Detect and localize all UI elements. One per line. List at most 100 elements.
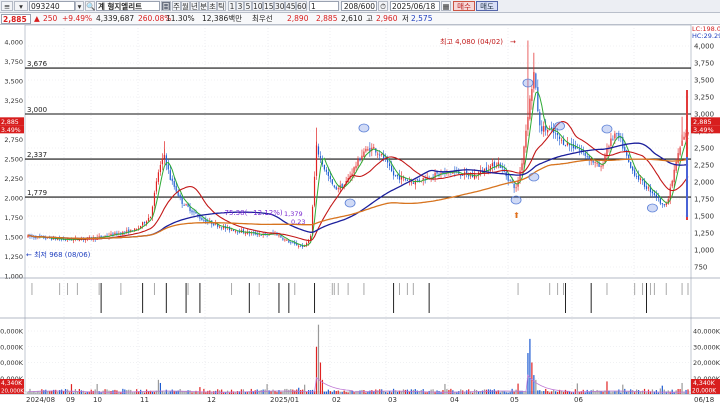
change-rate: +9.49% [62,14,93,23]
volume-bar [228,392,231,394]
candle-body [199,216,201,219]
volume-bar [450,388,452,394]
candle-body [163,154,165,159]
volume-bar [602,392,604,394]
candle-body [337,188,339,190]
bid-price: 2,890 [287,14,309,23]
volume-bar [199,387,201,394]
candle-body [286,239,288,241]
market-select[interactable]: ▾ [14,1,28,11]
volume-tick-label: 30,000K [693,343,720,351]
level-label: 3,000 [27,106,47,114]
volume-bar [460,389,462,394]
candle-body [555,133,557,135]
volume-bar [408,392,410,394]
candle-body [367,149,369,151]
sell-button[interactable]: 매도 [476,1,498,11]
volume-bar [189,390,191,394]
volume-bar [485,389,488,394]
interval-60[interactable]: 60 [296,1,307,11]
volume-bar [187,390,189,394]
interval-1[interactable]: 1 [228,1,236,11]
volume-bar [165,389,167,394]
candle-body [313,176,316,206]
volume-bar [27,392,29,394]
search-icon[interactable]: 🔍 [85,1,95,11]
candle-body [359,158,361,161]
volume-bar [616,391,618,394]
interval-input[interactable]: 1 [309,1,339,11]
period-tick[interactable]: 틱 [217,1,226,11]
stock-code-input[interactable]: 093240 [29,1,75,11]
period-month[interactable]: 월 [181,1,190,11]
date-input[interactable]: 2025/06/18 [390,1,440,11]
volume-bar [163,392,165,394]
interval-30[interactable]: 30 [274,1,285,11]
left-tick-label: 2,750 [4,136,23,144]
volume-bar [35,392,37,394]
volume-bar [373,391,375,394]
candle-body [234,230,237,232]
price-tick-label: 2,500 [694,145,714,153]
candle-body [468,175,470,177]
linked-icon[interactable]: 日 [161,1,171,11]
pattern-marker [647,203,658,213]
volume-bar [327,389,329,394]
candle-body [159,164,161,173]
volume-bar [632,390,634,394]
left-tick-label: 3,250 [4,97,23,105]
candle-body [377,153,379,155]
date-tick-label: 09 [66,396,75,404]
interval-45[interactable]: 45 [285,1,296,11]
period-minute[interactable]: 분 [199,1,208,11]
volume-bar [335,391,337,394]
left-price-tag-text: 2,885 [1,119,19,126]
candle-body [525,130,527,148]
price-tick-label: 2,250 [694,162,714,170]
volume-bar [365,392,367,394]
volume-bar [262,389,264,394]
candle-body [363,151,365,158]
period-second[interactable]: 초 [208,1,217,11]
volume-bar [556,392,559,394]
candle-body [203,219,205,221]
interval-3[interactable]: 3 [236,1,244,11]
page-counter[interactable]: 208/600 [341,1,377,11]
volume-bar [367,391,369,394]
volume-tag2-text: 20,000K [692,389,716,395]
volume-bar [68,392,71,394]
volume-bar [657,392,659,394]
volume-bar [385,391,387,394]
volume-bar [246,391,248,394]
candle-body [290,242,292,244]
candle-body [219,226,221,228]
volume-bar [205,392,207,394]
volume-tick-label: 40,000K [693,328,720,336]
turnover-rate: 11.30% [166,14,195,23]
period-week[interactable]: 주 [172,1,181,11]
interval-15[interactable]: 15 [263,1,274,11]
volume-bar [282,392,284,394]
clock-icon[interactable]: ⏱ [378,1,388,11]
buy-button[interactable]: 매수 [453,1,475,11]
interval-5[interactable]: 5 [244,1,252,11]
volume-bar [333,390,335,394]
menu-icon[interactable]: ≡ [1,1,13,11]
candle-body [541,126,543,132]
code-dropdown-icon[interactable]: ▾ [75,1,84,11]
candle-body [191,210,193,213]
candle-body [142,222,144,226]
candle-body [594,161,596,163]
candle-body [645,186,648,189]
level-label: 1,779 [27,189,47,197]
volume-bar [428,390,430,394]
stock-chart[interactable]: 3,676 3,000 2,337 1,779 4,000 3,750 3,500 3,25… [0,25,720,404]
calendar-icon[interactable]: ▦ [441,1,451,11]
period-year[interactable]: 년 [190,1,199,11]
volume-bar [171,389,173,394]
volume-bar [406,389,409,394]
volume-bar [562,392,565,394]
interval-10[interactable]: 10 [252,1,263,11]
volume-bar [555,391,557,394]
candle-body [221,227,223,229]
